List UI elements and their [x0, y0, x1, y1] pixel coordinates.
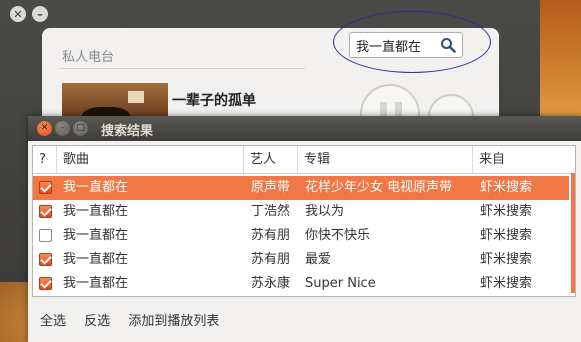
song-cell: 我一直都在 [63, 204, 129, 219]
dialog-maximize-button[interactable]: □ [73, 121, 88, 136]
dialog-close-button[interactable]: ✕ [37, 121, 52, 136]
album-cell: Super Nice [305, 276, 376, 291]
dialog-titlebar: ✕ – □ 搜索结果 [28, 116, 581, 141]
now-playing-title: 一辈子的孤单 [172, 93, 256, 109]
dialog-footer: 全选 反选 添加到播放列表 [40, 310, 233, 329]
column-header-check[interactable]: ? [33, 146, 57, 173]
source-cell: 虾米搜索 [480, 180, 533, 195]
song-cell: 我一直都在 [63, 180, 129, 195]
column-header-album[interactable]: 专辑 [298, 146, 473, 173]
song-cell: 我一直都在 [63, 252, 129, 267]
album-cell: 最爱 [305, 252, 332, 267]
album-cell: 花样少年少女 电视原声带 [305, 180, 453, 195]
source-cell: 虾米搜索 [480, 228, 533, 243]
artist-cell: 苏有朋 [251, 228, 291, 243]
source-cell: 虾米搜索 [480, 276, 533, 291]
section-divider [60, 68, 305, 69]
column-header-artist[interactable]: 艺人 [244, 146, 298, 173]
song-cell: 我一直都在 [63, 276, 129, 291]
results-table: ? 歌曲 艺人 专辑 来自 我一直都在 原声带 花样少年少女 电视原声带 虾米搜索 我一… [32, 145, 576, 297]
artist-cell: 丁浩然 [251, 204, 291, 219]
table-header: ? 歌曲 艺人 专辑 来自 [33, 146, 575, 174]
column-header-song[interactable]: 歌曲 [57, 146, 244, 173]
player-minimize-button[interactable]: – [32, 6, 48, 22]
search-results-dialog: ✕ – □ 搜索结果 ? 歌曲 艺人 专辑 来自 我一直都在 原声带 花样少年少女 … [28, 116, 581, 342]
column-header-source[interactable]: 来自 [473, 146, 569, 173]
dialog-title: 搜索结果 [101, 124, 154, 139]
row-checkbox[interactable] [39, 205, 52, 218]
artist-cell: 苏有朋 [251, 252, 291, 267]
table-scrollbar[interactable] [571, 173, 575, 293]
artist-cell: 原声带 [251, 180, 291, 195]
annotation-ellipse [333, 11, 491, 73]
table-row[interactable]: 我一直都在 苏有朋 最爱 虾米搜索 [33, 248, 569, 272]
album-cell: 你快不快乐 [305, 228, 371, 243]
source-cell: 虾米搜索 [480, 252, 533, 267]
row-checkbox[interactable] [39, 229, 52, 242]
player-close-button[interactable]: ✕ [10, 6, 26, 22]
row-checkbox[interactable] [39, 253, 52, 266]
source-cell: 虾米搜索 [480, 204, 533, 219]
row-checkbox[interactable] [39, 181, 52, 194]
row-checkbox[interactable] [39, 277, 52, 290]
dialog-minimize-button[interactable]: – [55, 121, 70, 136]
table-row[interactable]: 我一直都在 苏有朋 你快不快乐 虾米搜索 [33, 224, 569, 248]
select-all-button[interactable]: 全选 [40, 314, 66, 329]
artist-cell: 苏永康 [251, 276, 291, 291]
table-row[interactable]: 我一直都在 原声带 花样少年少女 电视原声带 虾米搜索 [33, 176, 569, 200]
invert-selection-button[interactable]: 反选 [84, 314, 110, 329]
song-cell: 我一直都在 [63, 228, 129, 243]
add-to-playlist-button[interactable]: 添加到播放列表 [128, 314, 219, 329]
section-title: 私人电台 [62, 49, 115, 64]
table-row[interactable]: 我一直都在 丁浩然 我以为 虾米搜索 [33, 200, 569, 224]
table-row[interactable]: 我一直都在 苏永康 Super Nice 虾米搜索 [33, 272, 569, 296]
album-cell: 我以为 [305, 204, 345, 219]
